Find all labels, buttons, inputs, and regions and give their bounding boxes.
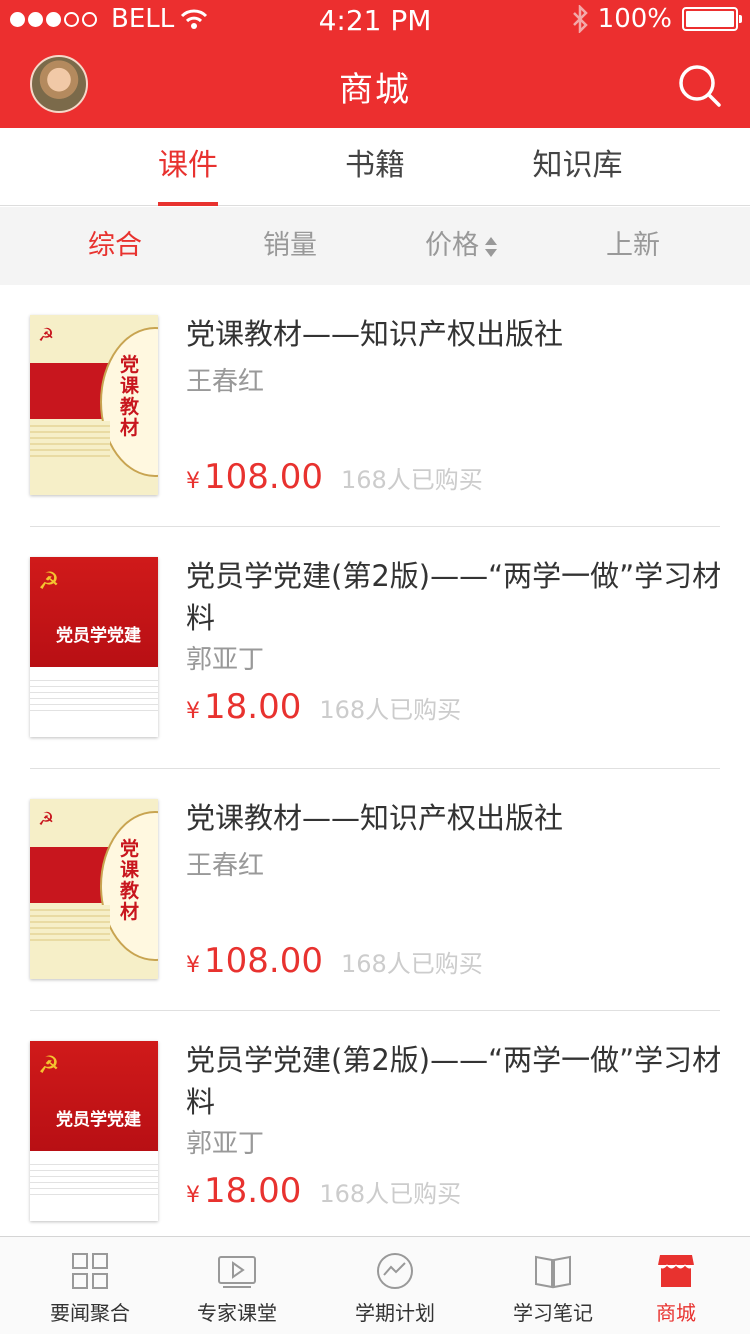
cover-title: 党员学党建 bbox=[56, 626, 141, 646]
tabbar-item-store[interactable]: 商城 bbox=[601, 1237, 750, 1334]
product-title[interactable]: 党课教材——知识产权出版社 bbox=[186, 797, 726, 839]
sort-sales[interactable]: 销量 bbox=[215, 207, 365, 285]
product-author: 王春红 bbox=[186, 367, 265, 397]
product-item[interactable]: ☭ 党课教材 党课教材——知识产权出版社 王春红 ¥ 108.00 168人已购… bbox=[0, 285, 750, 527]
sort-label: 价格 bbox=[425, 230, 479, 261]
status-bar: BELL 4:21 PM 100% bbox=[0, 0, 750, 40]
battery-percent: 100% bbox=[597, 4, 672, 34]
tabbar-label: 学期计划 bbox=[355, 1301, 435, 1325]
tab-books[interactable]: 书籍 bbox=[330, 128, 420, 206]
purchase-count: 168人已购买 bbox=[340, 950, 483, 978]
cover-title: 党课教材 bbox=[120, 354, 140, 439]
bottom-tab-bar: 要闻聚合 专家课堂 学期计划 学习笔记 商城 bbox=[0, 1236, 750, 1334]
cover-title: 党课教材 bbox=[120, 838, 140, 923]
product-price: 18.00 bbox=[204, 1171, 302, 1211]
product-cover[interactable]: ☭ 党课教材 bbox=[30, 799, 158, 979]
product-author: 郭亚丁 bbox=[186, 645, 265, 675]
purchase-count: 168人已购买 bbox=[319, 1180, 462, 1208]
chart-icon bbox=[377, 1253, 413, 1289]
grid-icon bbox=[72, 1253, 108, 1289]
book-icon bbox=[535, 1255, 571, 1289]
product-price: 108.00 bbox=[204, 941, 323, 981]
currency-symbol: ¥ bbox=[186, 469, 200, 494]
video-icon bbox=[218, 1256, 256, 1288]
sort-label: 销量 bbox=[263, 230, 317, 261]
product-title[interactable]: 党课教材——知识产权出版社 bbox=[186, 313, 726, 355]
search-icon[interactable] bbox=[676, 62, 722, 108]
sort-newest[interactable]: 上新 bbox=[558, 207, 708, 285]
sort-comprehensive[interactable]: 综合 bbox=[40, 207, 190, 285]
product-price: 18.00 bbox=[204, 687, 302, 727]
purchase-count: 168人已购买 bbox=[340, 466, 483, 494]
tabbar-item-expert-class[interactable]: 专家课堂 bbox=[162, 1237, 312, 1334]
battery-icon bbox=[682, 7, 742, 31]
sort-label: 综合 bbox=[88, 230, 142, 261]
product-item[interactable]: ☭ 党课教材 党课教材——知识产权出版社 王春红 ¥ 108.00 168人已购… bbox=[0, 769, 750, 1011]
product-price: 108.00 bbox=[204, 457, 323, 497]
sort-price[interactable]: 价格 bbox=[386, 207, 536, 285]
purchase-count: 168人已购买 bbox=[319, 696, 462, 724]
product-item[interactable]: ☭ 党员学党建 党员学党建(第2版)——“两学一做”学习材料 郭亚丁 ¥ 18.… bbox=[0, 1011, 750, 1253]
product-title[interactable]: 党员学党建(第2版)——“两学一做”学习材料 bbox=[186, 555, 726, 639]
emblem-icon: ☭ bbox=[38, 809, 55, 830]
emblem-icon: ☭ bbox=[38, 325, 55, 346]
currency-symbol: ¥ bbox=[186, 699, 200, 724]
bluetooth-icon bbox=[572, 5, 588, 33]
currency-symbol: ¥ bbox=[186, 953, 200, 978]
price-row: ¥ 18.00 168人已购买 bbox=[186, 687, 461, 727]
product-author: 郭亚丁 bbox=[186, 1129, 265, 1159]
tabbar-label: 商城 bbox=[656, 1301, 696, 1325]
top-bar: BELL 4:21 PM 100% 商城 bbox=[0, 0, 750, 128]
product-item[interactable]: ☭ 党员学党建 党员学党建(第2版)——“两学一做”学习材料 郭亚丁 ¥ 18.… bbox=[0, 527, 750, 769]
tab-courseware[interactable]: 课件 bbox=[158, 128, 218, 206]
tabbar-label: 要闻聚合 bbox=[50, 1301, 130, 1325]
currency-symbol: ¥ bbox=[186, 1183, 200, 1208]
emblem-icon: ☭ bbox=[38, 567, 60, 595]
price-row: ¥ 108.00 168人已购买 bbox=[186, 457, 483, 497]
product-cover[interactable]: ☭ 党课教材 bbox=[30, 315, 158, 495]
price-row: ¥ 108.00 168人已购买 bbox=[186, 941, 483, 981]
status-right: 100% bbox=[572, 4, 742, 34]
sort-arrows-icon bbox=[485, 236, 497, 258]
store-icon bbox=[657, 1255, 695, 1287]
sort-label: 上新 bbox=[606, 230, 660, 261]
price-row: ¥ 18.00 168人已购买 bbox=[186, 1171, 461, 1211]
tabbar-item-term-plan[interactable]: 学期计划 bbox=[320, 1237, 470, 1334]
category-tabs: 课件 书籍 知识库 bbox=[0, 128, 750, 206]
sort-bar: 综合 销量 价格 上新 bbox=[0, 207, 750, 285]
page-title: 商城 bbox=[339, 70, 411, 110]
emblem-icon: ☭ bbox=[38, 1051, 60, 1079]
product-cover[interactable]: ☭ 党员学党建 bbox=[30, 557, 158, 737]
product-cover[interactable]: ☭ 党员学党建 bbox=[30, 1041, 158, 1221]
product-title[interactable]: 党员学党建(第2版)——“两学一做”学习材料 bbox=[186, 1039, 726, 1123]
tabbar-label: 专家课堂 bbox=[197, 1301, 277, 1325]
cover-title: 党员学党建 bbox=[56, 1110, 141, 1130]
product-author: 王春红 bbox=[186, 851, 265, 881]
tab-knowledge-base[interactable]: 知识库 bbox=[520, 128, 635, 206]
tabbar-item-news[interactable]: 要闻聚合 bbox=[15, 1237, 165, 1334]
